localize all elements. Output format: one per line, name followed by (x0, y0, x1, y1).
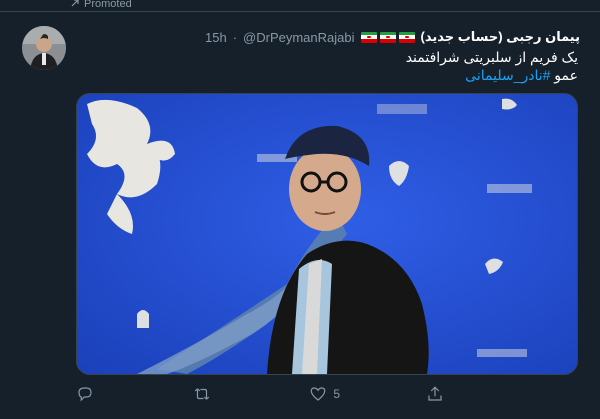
display-name[interactable]: پیمان رجبی (حساب جدید) (421, 29, 581, 45)
tweet-text-line-1: یک فریم از سلبریتی شرافتمند (405, 49, 578, 65)
retweet-button[interactable] (193, 385, 263, 403)
tweet-text: یک فریم از سلبریتی شرافتمند عمو #نادر_سل… (98, 48, 578, 84)
user-handle[interactable]: @DrPeymanRajabi (243, 30, 354, 45)
tweet-actions: 5 (76, 384, 496, 404)
reply-button[interactable] (76, 385, 146, 403)
promoted-label-row: Promoted (70, 0, 132, 8)
tweet-text-prefix: عمو (550, 67, 578, 83)
like-button[interactable]: 5 (309, 385, 379, 403)
separator-dot: · (232, 29, 238, 45)
avatar[interactable] (22, 26, 66, 70)
tweet-divider (0, 11, 600, 12)
like-count: 5 (333, 387, 340, 401)
tweet-timestamp[interactable]: 15h (205, 30, 227, 45)
iran-flag-icon (398, 31, 415, 43)
promoted-arrow-icon (71, 0, 79, 7)
photo-man-in-beret (77, 94, 577, 374)
retweet-icon (194, 388, 209, 400)
avatar-photo (22, 26, 66, 70)
share-button[interactable] (426, 385, 496, 403)
flag-emojis (360, 31, 415, 43)
promoted-text: Promoted (84, 0, 132, 8)
hashtag-link[interactable]: #نادر_سلیمانی (465, 67, 550, 83)
iran-flag-icon (379, 31, 396, 43)
tweet-text-line-2: عمو #نادر_سلیمانی (98, 66, 578, 84)
heart-icon (310, 387, 326, 401)
tweet-header: پیمان رجبی (حساب جدید) @DrPeymanRajabi ·… (76, 28, 580, 46)
iran-flag-icon (360, 31, 377, 43)
tweet-media-image[interactable] (76, 93, 578, 375)
reply-icon (78, 387, 92, 402)
share-icon (428, 386, 442, 401)
